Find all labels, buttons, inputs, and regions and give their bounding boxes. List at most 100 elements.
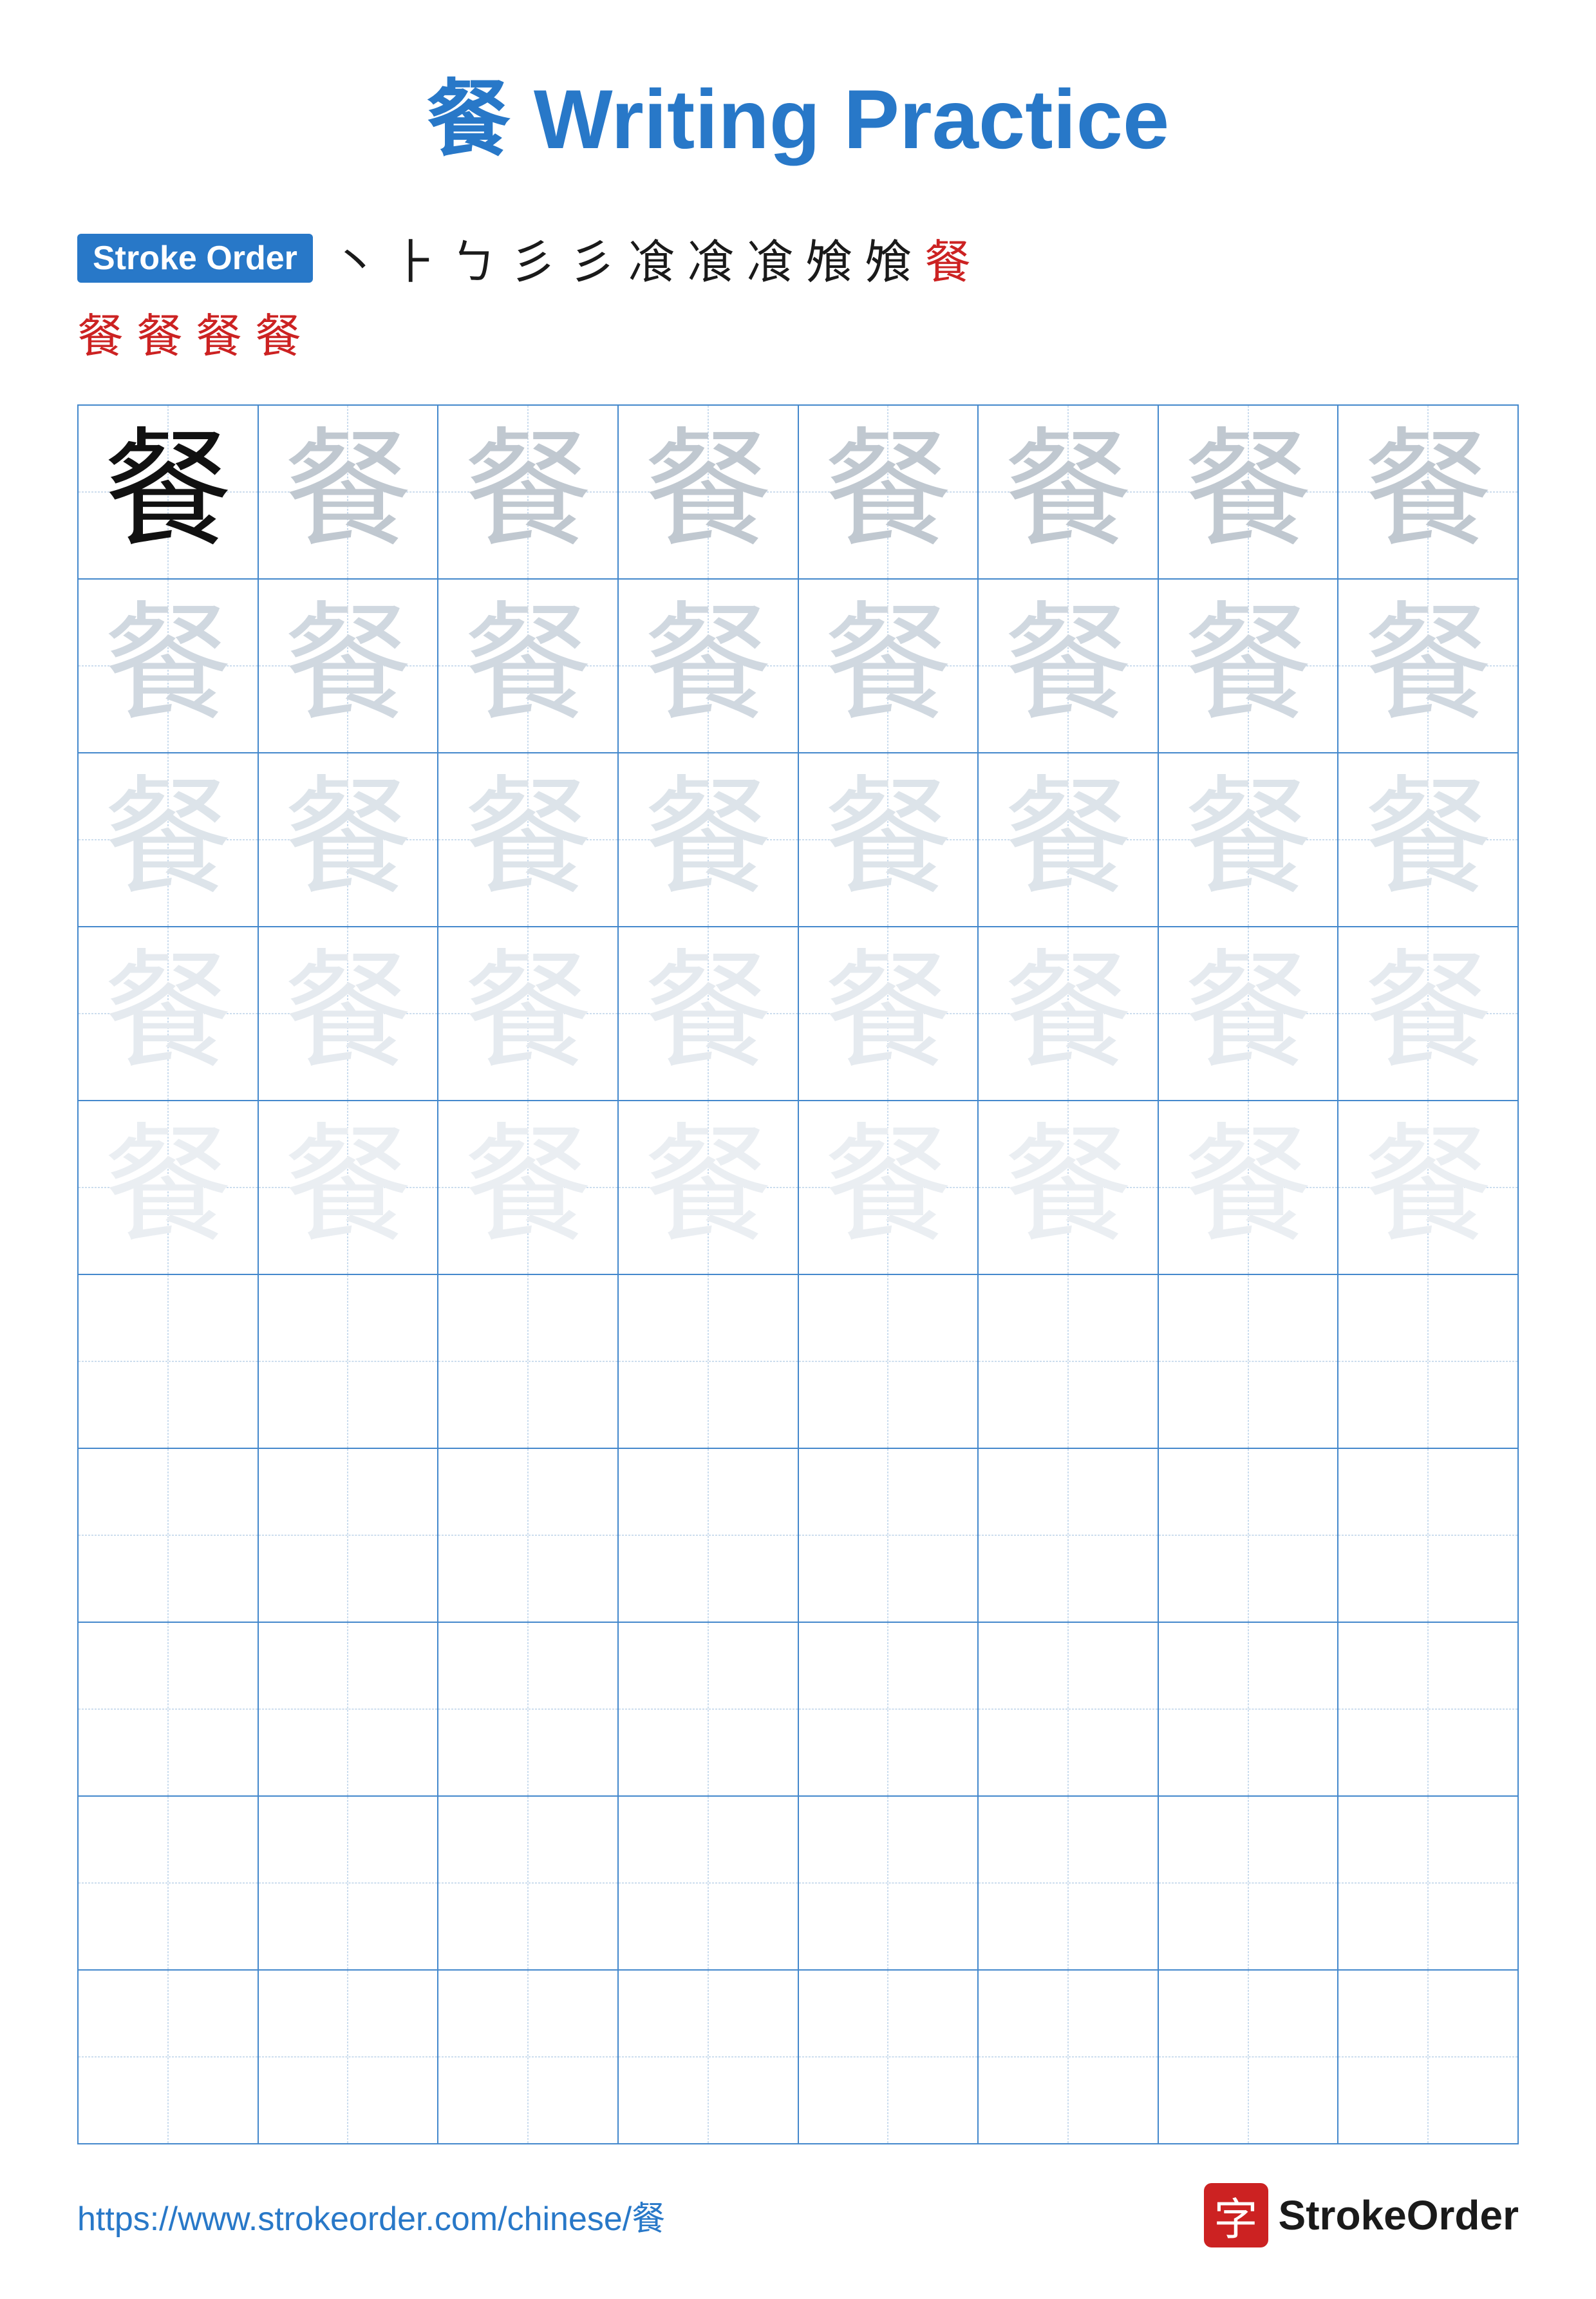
grid-cell: 餐 <box>798 927 979 1101</box>
stroke-order-section: Stroke Order 丶 ⺊ ㄅ 彡 彡 飡 飡 飡 飧 飧 餐 餐 餐 餐… <box>77 224 1519 366</box>
grid-cell: 餐 <box>258 579 438 753</box>
logo-char: 字 <box>1214 2184 1258 2247</box>
stroke-5: 彡 <box>569 224 615 292</box>
stroke-14: 餐 <box>196 298 242 366</box>
grid-cell: 餐 <box>78 753 258 927</box>
practice-char: 餐 <box>283 601 412 730</box>
practice-char: 餐 <box>283 949 412 1078</box>
grid-cell: 餐 <box>1338 753 1518 927</box>
grid-cell-empty <box>438 1622 618 1796</box>
footer-logo-text: StrokeOrder <box>1279 2191 1519 2239</box>
grid-row-2: 餐 餐 餐 餐 餐 餐 餐 餐 <box>78 579 1518 753</box>
grid-cell: 餐 <box>618 753 798 927</box>
grid-row-5: 餐 餐 餐 餐 餐 餐 餐 餐 <box>78 1101 1518 1274</box>
grid-row-6 <box>78 1274 1518 1448</box>
practice-char: 餐 <box>104 949 232 1078</box>
practice-char: 餐 <box>1184 428 1313 556</box>
grid-cell: 餐 <box>438 579 618 753</box>
stroke-11: 餐 <box>925 224 971 292</box>
grid-cell-empty <box>438 1274 618 1448</box>
grid-row-1: 餐 餐 餐 餐 餐 餐 餐 餐 <box>78 405 1518 579</box>
stroke-4: 彡 <box>510 224 556 292</box>
grid-cell-empty <box>78 1970 258 2144</box>
practice-char: 餐 <box>1184 601 1313 730</box>
practice-char: 餐 <box>644 949 773 1078</box>
grid-cell-empty <box>1158 1448 1338 1622</box>
grid-cell-empty <box>78 1796 258 1970</box>
practice-char: 餐 <box>644 428 773 556</box>
grid-cell-empty <box>978 1274 1158 1448</box>
grid-cell: 餐 <box>798 405 979 579</box>
stroke-6: 飡 <box>628 224 675 292</box>
grid-cell-empty <box>438 1448 618 1622</box>
stroke-9: 飧 <box>806 224 852 292</box>
practice-char: 餐 <box>823 949 952 1078</box>
grid-cell-empty <box>798 1796 979 1970</box>
grid-cell: 餐 <box>618 1101 798 1274</box>
grid-cell: 餐 <box>1338 1101 1518 1274</box>
practice-char: 餐 <box>464 949 592 1078</box>
practice-char: 餐 <box>1004 428 1132 556</box>
practice-char: 餐 <box>104 1123 232 1252</box>
grid-cell: 餐 <box>438 1101 618 1274</box>
stroke-chars-row2: 餐 餐 餐 餐 <box>77 298 1519 366</box>
stroke-12: 餐 <box>77 298 124 366</box>
practice-grid: 餐 餐 餐 餐 餐 餐 餐 餐 <box>77 404 1519 2144</box>
grid-cell-empty <box>618 1448 798 1622</box>
grid-cell: 餐 <box>1338 405 1518 579</box>
grid-cell-empty <box>798 1448 979 1622</box>
grid-cell: 餐 <box>1158 753 1338 927</box>
stroke-2: ⺊ <box>391 224 438 292</box>
footer-logo: 字 StrokeOrder <box>1204 2183 1519 2247</box>
grid-cell: 餐 <box>438 405 618 579</box>
grid-cell-empty <box>618 1622 798 1796</box>
grid-cell-empty <box>438 1970 618 2144</box>
grid-cell: 餐 <box>1158 405 1338 579</box>
grid-cell: 餐 <box>798 1101 979 1274</box>
stroke-7: 飡 <box>688 224 734 292</box>
grid-row-3: 餐 餐 餐 餐 餐 餐 餐 餐 <box>78 753 1518 927</box>
practice-char: 餐 <box>104 428 232 556</box>
practice-char: 餐 <box>104 775 232 904</box>
grid-cell-empty <box>978 1622 1158 1796</box>
title-char: 餐 Writing Practice <box>427 72 1169 166</box>
footer: https://www.strokeorder.com/chinese/餐 字 … <box>77 2183 1519 2247</box>
page-title: 餐 Writing Practice <box>427 52 1169 173</box>
stroke-3: ㄅ <box>451 224 497 292</box>
grid-cell: 餐 <box>1158 927 1338 1101</box>
practice-char: 餐 <box>283 428 412 556</box>
grid-cell: 餐 <box>1338 579 1518 753</box>
footer-url[interactable]: https://www.strokeorder.com/chinese/餐 <box>77 2191 665 2240</box>
grid-cell: 餐 <box>618 405 798 579</box>
grid-cell-empty <box>258 1274 438 1448</box>
practice-char: 餐 <box>464 775 592 904</box>
practice-char: 餐 <box>1364 428 1492 556</box>
grid-row-4: 餐 餐 餐 餐 餐 餐 餐 餐 <box>78 927 1518 1101</box>
grid-cell: 餐 <box>78 927 258 1101</box>
grid-cell-empty <box>438 1796 618 1970</box>
grid-cell-empty <box>618 1970 798 2144</box>
grid-cell-empty <box>798 1274 979 1448</box>
grid-cell: 餐 <box>438 927 618 1101</box>
grid-cell-empty <box>1158 1970 1338 2144</box>
practice-char: 餐 <box>1364 949 1492 1078</box>
grid-cell: 餐 <box>258 405 438 579</box>
grid-cell: 餐 <box>618 927 798 1101</box>
stroke-8: 飡 <box>747 224 793 292</box>
stroke-1: 丶 <box>332 224 379 292</box>
grid-cell: 餐 <box>978 1101 1158 1274</box>
grid-cell-empty <box>1158 1622 1338 1796</box>
stroke-order-row1: Stroke Order 丶 ⺊ ㄅ 彡 彡 飡 飡 飡 飧 飧 餐 <box>77 224 1519 292</box>
grid-cell: 餐 <box>978 927 1158 1101</box>
grid-row-8 <box>78 1622 1518 1796</box>
practice-char: 餐 <box>823 601 952 730</box>
grid-cell: 餐 <box>78 579 258 753</box>
grid-cell: 餐 <box>438 753 618 927</box>
practice-char: 餐 <box>464 428 592 556</box>
grid-row-9 <box>78 1796 1518 1970</box>
grid-cell-empty <box>978 1796 1158 1970</box>
grid-cell-empty <box>78 1274 258 1448</box>
practice-char: 餐 <box>1184 1123 1313 1252</box>
grid-cell: 餐 <box>258 1101 438 1274</box>
practice-char: 餐 <box>464 1123 592 1252</box>
